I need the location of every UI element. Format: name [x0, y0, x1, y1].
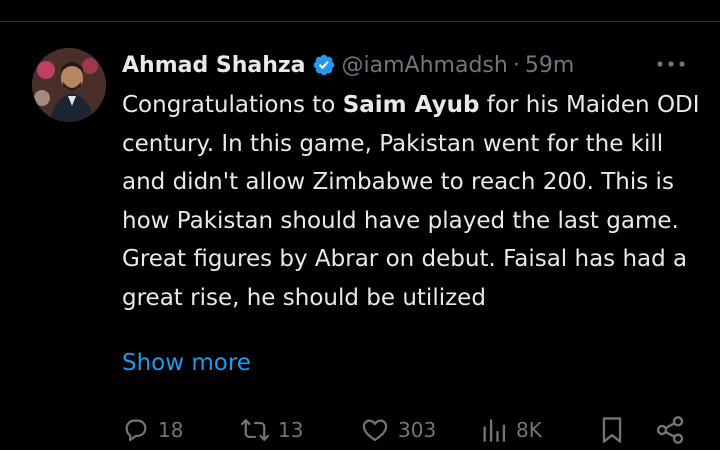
- views-button[interactable]: 8K: [480, 410, 542, 450]
- like-button[interactable]: 303: [360, 410, 436, 450]
- bookmark-button[interactable]: [598, 410, 626, 450]
- views-count: 8K: [516, 418, 542, 442]
- author-handle[interactable]: @iamAhmadsh: [342, 53, 508, 78]
- separator-dot: ·: [512, 52, 520, 78]
- repost-count: 13: [278, 418, 304, 442]
- heart-icon: [362, 419, 388, 442]
- share-icon: [656, 416, 684, 444]
- like-count: 303: [398, 418, 437, 442]
- tweet-text: Congratulations to Saim Ayub for his Mai…: [122, 86, 702, 317]
- repost-button[interactable]: 13: [240, 410, 303, 450]
- tweet-text-part: for his Maiden ODI century. In this game…: [122, 92, 700, 311]
- views-icon: [483, 419, 506, 442]
- show-more-link[interactable]: Show more: [122, 350, 251, 376]
- reply-button[interactable]: 18: [122, 410, 183, 450]
- verified-badge-icon: [313, 54, 334, 76]
- tweet-header: Ahmad Shahza @iamAhmadsh · 59m: [122, 48, 688, 82]
- avatar[interactable]: [32, 48, 106, 122]
- tweet-time[interactable]: 59m: [525, 53, 574, 78]
- reply-icon: [125, 419, 147, 442]
- mentioned-player: Saim Ayub: [342, 92, 480, 118]
- tweet-text-part: Congratulations to: [122, 92, 343, 118]
- more-dots-icon[interactable]: [654, 52, 688, 76]
- top-divider: [0, 21, 720, 22]
- bookmark-icon: [602, 417, 622, 443]
- repost-icon: [240, 419, 270, 441]
- author-name[interactable]: Ahmad Shahza: [122, 53, 306, 78]
- action-bar: 18 13 303 8K: [122, 410, 692, 450]
- reply-count: 18: [158, 418, 184, 442]
- avatar-photo: [32, 48, 106, 122]
- share-button[interactable]: [654, 410, 686, 450]
